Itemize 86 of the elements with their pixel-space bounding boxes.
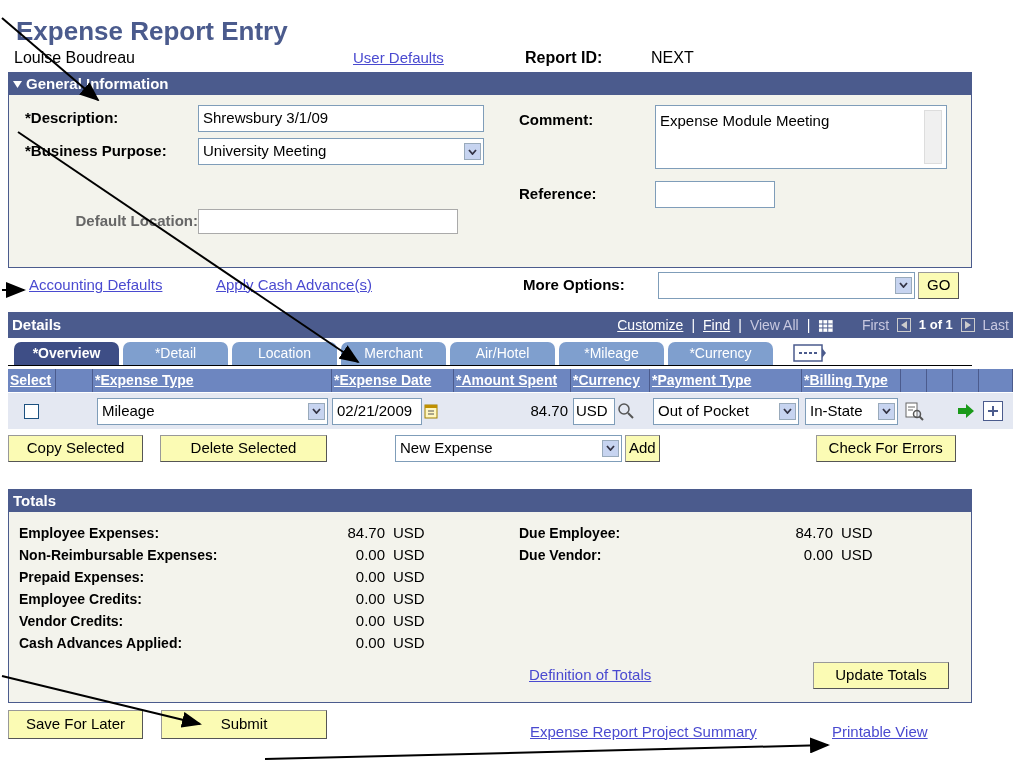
details-title: Details: [12, 314, 63, 335]
total-currency: USD: [393, 522, 425, 543]
view-all-text: View All: [749, 315, 799, 335]
section-header: General Information: [9, 73, 971, 95]
comment-label: Comment:: [519, 110, 595, 130]
total-label: Non-Reimbursable Expenses:: [19, 545, 219, 565]
payment-type-select[interactable]: Out of Pocket: [653, 397, 799, 425]
column-header[interactable]: *Billing Type: [802, 369, 900, 392]
report-id-label: Report ID:: [525, 48, 604, 68]
total-label: Vendor Credits:: [19, 611, 125, 631]
comment-textarea[interactable]: Expense Module Meeting: [655, 105, 947, 169]
last-text: Last: [982, 315, 1009, 335]
total-currency: USD: [393, 588, 425, 609]
column-header[interactable]: *Currency: [571, 369, 649, 392]
tab[interactable]: *Overview: [14, 342, 119, 365]
separator: |: [806, 315, 811, 335]
total-currency: USD: [393, 610, 425, 631]
more-options-label: More Options:: [523, 274, 626, 295]
total-label: Employee Expenses:: [19, 523, 161, 543]
find-link[interactable]: Find: [703, 314, 731, 336]
total-currency: USD: [841, 522, 873, 543]
expense-date-input[interactable]: 02/21/2009: [332, 397, 422, 425]
report-id-value: NEXT: [651, 48, 694, 68]
reference-input[interactable]: [655, 181, 775, 208]
project-summary-link[interactable]: Expense Report Project Summary: [530, 720, 832, 743]
currency-input[interactable]: USD: [573, 397, 615, 425]
show-all-tabs-icon[interactable]: [793, 344, 827, 362]
customize-link[interactable]: Customize: [617, 314, 684, 336]
column-header[interactable]: Select: [8, 369, 55, 392]
go-button[interactable]: GO: [918, 271, 960, 299]
total-label: Due Vendor:: [519, 545, 603, 565]
submit-button[interactable]: Submit: [161, 710, 327, 739]
add-row-icon[interactable]: [983, 401, 1003, 421]
section-header: Totals: [9, 490, 971, 512]
expense-type-select[interactable]: Mileage: [97, 397, 328, 425]
save-for-later-button[interactable]: Save For Later: [8, 710, 143, 739]
separator: |: [738, 315, 742, 335]
description-label: *Description:: [24, 108, 120, 129]
row-checkbox[interactable]: [24, 403, 39, 419]
total-amount: 0.00: [354, 610, 385, 631]
total-amount: 0.00: [802, 544, 833, 565]
record-count: 1 of 1: [918, 316, 953, 335]
total-label: Prepaid Expenses:: [19, 567, 146, 587]
column-header[interactable]: *Payment Type: [650, 369, 801, 392]
check-for-errors-button[interactable]: Check For Errors: [815, 434, 956, 462]
total-label: Due Employee:: [519, 523, 622, 543]
total-amount: 0.00: [354, 588, 385, 609]
grid-icon[interactable]: [818, 317, 834, 333]
total-label: Employee Credits:: [19, 589, 143, 609]
accounting-defaults-link[interactable]: Accounting Defaults: [29, 273, 216, 297]
total-amount: 84.70: [346, 522, 385, 543]
reference-label: Reference:: [519, 184, 598, 205]
calendar-icon[interactable]: [424, 403, 438, 419]
first-text: First: [861, 315, 890, 335]
amount-spent-cell-text: 84.70: [530, 400, 568, 421]
search-icon[interactable]: [617, 402, 635, 420]
scrollbar[interactable]: [924, 110, 942, 164]
billing-type-select[interactable]: In-State: [805, 397, 898, 425]
detail-view-icon[interactable]: [903, 401, 924, 421]
separator: |: [691, 315, 695, 335]
column-header[interactable]: *Expense Date: [332, 369, 453, 392]
collapse-triangle-icon[interactable]: [13, 80, 22, 88]
default-location-input[interactable]: [198, 209, 458, 234]
page-title: Expense Report Entry: [16, 18, 288, 44]
new-expense-select[interactable]: New Expense: [395, 434, 622, 462]
total-currency: USD: [393, 544, 425, 565]
delete-selected-button[interactable]: Delete Selected: [160, 434, 327, 462]
column-header[interactable]: *Expense Type: [93, 369, 331, 392]
total-amount: 0.00: [354, 632, 385, 653]
update-totals-button[interactable]: Update Totals: [813, 661, 949, 689]
definition-of-totals-link[interactable]: Definition of Totals: [529, 663, 813, 687]
business-purpose-select[interactable]: University Meeting: [198, 138, 484, 165]
total-label: Cash Advances Applied:: [19, 633, 184, 653]
total-amount: 0.00: [354, 566, 385, 587]
user-defaults-link[interactable]: User Defaults: [353, 46, 525, 70]
copy-selected-button[interactable]: Copy Selected: [8, 434, 143, 462]
total-currency: USD: [393, 566, 425, 587]
total-currency: USD: [393, 632, 425, 653]
total-currency: USD: [841, 544, 873, 565]
add-button[interactable]: Add: [625, 434, 660, 462]
printable-view-link[interactable]: Printable View: [832, 720, 928, 743]
total-amount: 0.00: [354, 544, 385, 565]
column-header[interactable]: *Amount Spent: [454, 369, 570, 392]
arrow-right-icon[interactable]: [956, 403, 975, 419]
description-input[interactable]: Shrewsbury 3/1/09: [198, 105, 484, 132]
total-amount: 84.70: [794, 522, 833, 543]
